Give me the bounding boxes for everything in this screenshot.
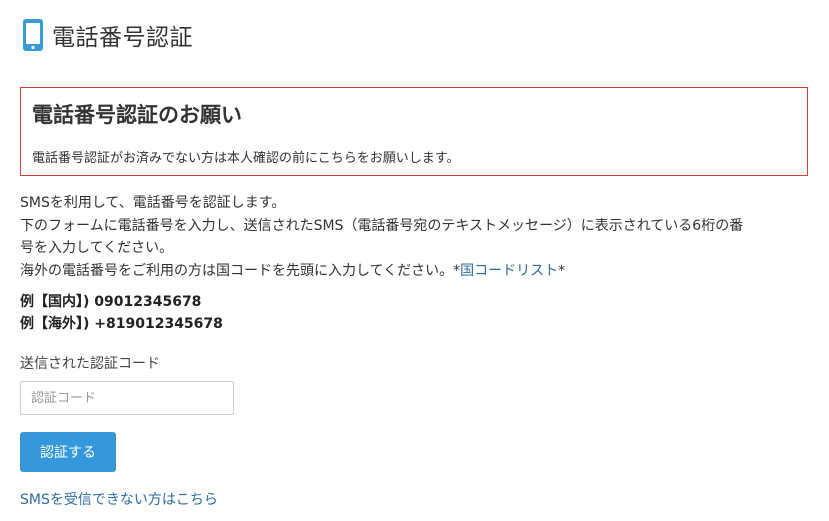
instruction-line-4: 海外の電話番号をご利用の方は国コードを先頭に入力してください。*国コードリスト* xyxy=(20,260,810,283)
instruction-line-2: 下のフォームに電話番号を入力し、送信されたSMS（電話番号宛のテキストメッセージ… xyxy=(20,217,744,234)
page-title: 電話番号認証 xyxy=(52,25,193,51)
example-domestic: 例【国内】) 09012345678 xyxy=(20,294,202,310)
alert-message: 電話番号認証がお済みでない方は本人確認の前にこちらをお願いします。 xyxy=(32,151,460,166)
instruction-line-3: 号を入力してください。 xyxy=(20,240,174,256)
sms-not-received-link[interactable]: SMSを受信できない方はこちら xyxy=(20,489,218,509)
verify-button[interactable]: 認証する xyxy=(20,432,116,472)
overseas-note-text: 海外の電話番号をご利用の方は国コードを先頭に入力してください。* xyxy=(20,262,461,279)
country-code-list-link[interactable]: 国コードリスト xyxy=(460,263,558,279)
verification-code-label: 送信された認証コード xyxy=(20,356,160,372)
verification-code-input[interactable] xyxy=(20,381,234,415)
overseas-note-suffix: * xyxy=(558,262,566,279)
page-header: 電話番号認証 xyxy=(20,18,193,52)
example-overseas: 例【海外】) +819012345678 xyxy=(20,316,223,332)
instructions: SMSを利用して、電話番号を認証します。 下のフォームに電話番号を入力し、送信さ… xyxy=(20,192,810,282)
instruction-line-1: SMSを利用して、電話番号を認証します。 xyxy=(20,195,286,211)
phone-verification-page: 電話番号認証 電話番号認証のお願い 電話番号認証がお済みでない方は本人確認の前に… xyxy=(0,0,829,521)
alert-title: 電話番号認証のお願い xyxy=(32,103,242,127)
verification-alert: 電話番号認証のお願い 電話番号認証がお済みでない方は本人確認の前にこちらをお願い… xyxy=(20,87,808,176)
phone-number-examples: 例【国内】) 09012345678 例【海外】) +819012345678 xyxy=(20,291,223,335)
smartphone-icon xyxy=(23,19,43,51)
